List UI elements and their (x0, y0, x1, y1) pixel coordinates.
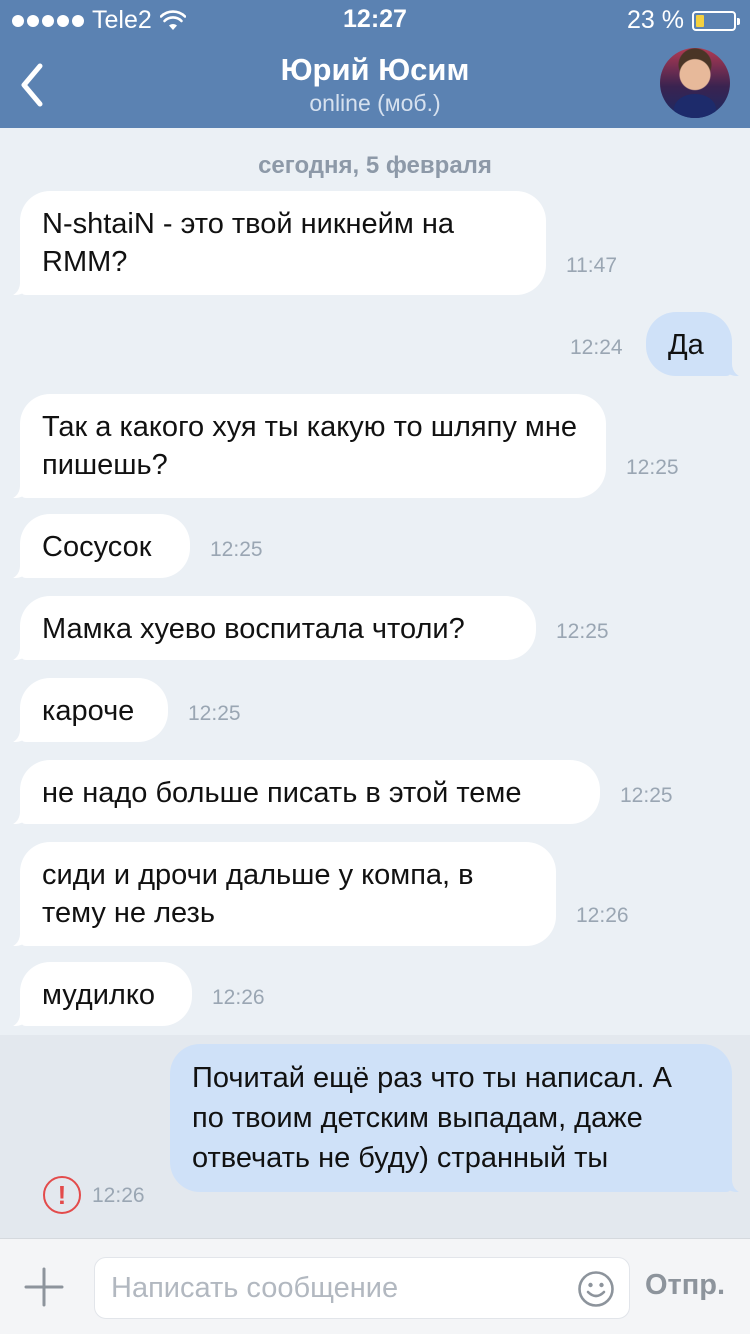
message-time: 12:25 (210, 538, 263, 561)
message-time: 11:47 (566, 254, 617, 277)
battery-group: 23 % (627, 6, 740, 35)
contact-name[interactable]: Юрий Юсим (0, 52, 750, 88)
message-bubble-incoming[interactable]: мудилко (0, 962, 192, 1028)
message-time: 12:25 (188, 702, 241, 725)
date-separator: сегодня, 5 февраля (258, 152, 492, 179)
message-text: не надо больше писать в этой теме (42, 777, 522, 809)
message-text: Сосусок (42, 531, 152, 563)
message-time: 12:24 (570, 336, 623, 359)
message-text: N-shtaiN - это твой никнейм на RMM? (42, 208, 455, 278)
attach-plus-icon[interactable] (24, 1267, 64, 1307)
composer-bar: Отпр. (0, 1238, 750, 1334)
message-input[interactable] (111, 1266, 571, 1310)
send-error-icon[interactable]: ! (43, 1176, 81, 1214)
message-time: 12:26 (212, 986, 265, 1009)
message-bubble-incoming[interactable]: кароче (0, 678, 168, 744)
message-text: мудилко (42, 979, 155, 1011)
message-time: 12:25 (556, 620, 609, 643)
message-text: Так а какого хуя ты какую то шляпу мне п… (42, 411, 577, 481)
send-button[interactable]: Отпр. (645, 1269, 725, 1302)
message-bubble-incoming[interactable]: не надо больше писать в этой теме (0, 760, 600, 826)
battery-icon (692, 10, 740, 31)
message-text: Да (668, 329, 704, 361)
message-bubble-outgoing[interactable]: Почитай ещё раз что ты написал. А по тво… (170, 1044, 750, 1194)
emoji-icon[interactable] (577, 1270, 615, 1308)
avatar[interactable] (660, 48, 730, 118)
message-text: кароче (42, 695, 135, 727)
message-bubble-incoming[interactable]: Так а какого хуя ты какую то шляпу мне п… (0, 394, 606, 500)
chat-header: Tele2 12:27 23 % Юрий Юсим online (моб.) (0, 0, 750, 128)
message-bubble-incoming[interactable]: Сосусок (0, 514, 190, 580)
message-bubble-incoming[interactable]: N-shtaiN - это твой никнейм на RMM? (0, 191, 546, 297)
message-text: сиди и дрочи дальше у компа, в тему не л… (42, 859, 474, 929)
message-bubble-outgoing[interactable]: Да (646, 312, 750, 378)
message-text: Почитай ещё раз что ты написал. А по тво… (192, 1062, 672, 1174)
message-bubble-incoming[interactable]: Мамка хуево воспитала чтоли? (0, 596, 536, 662)
contact-status: online (моб.) (309, 90, 441, 116)
message-time: 12:26 (576, 904, 629, 927)
battery-percent: 23 % (627, 6, 684, 34)
status-bar: Tele2 12:27 23 % (0, 0, 750, 40)
message-time: 12:26 (92, 1184, 145, 1207)
message-time: 12:25 (620, 784, 673, 807)
message-input-container (94, 1257, 630, 1319)
message-bubble-incoming[interactable]: сиди и дрочи дальше у компа, в тему не л… (0, 842, 556, 948)
message-text: Мамка хуево воспитала чтоли? (42, 613, 465, 645)
message-time: 12:25 (626, 456, 679, 479)
message-list[interactable]: сегодня, 5 февраля N-shtaiN - это твой н… (0, 128, 750, 1238)
